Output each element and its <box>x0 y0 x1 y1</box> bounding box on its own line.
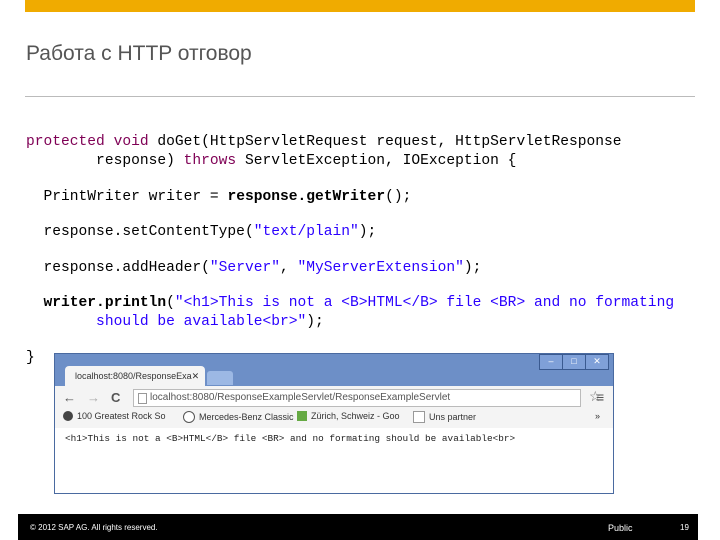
code-text: response) <box>26 153 184 169</box>
code-line-5: response.addHeader("Server", "MyServerEx… <box>26 259 482 278</box>
maps-icon <box>297 411 307 421</box>
code-bold: writer.println <box>26 295 167 311</box>
code-line-6: writer.println("<h1>This is not a <B>HTM… <box>26 294 675 313</box>
code-string: "Server" <box>209 260 280 276</box>
tab-close-icon[interactable]: ✕ <box>192 371 200 382</box>
code-line-2: response) throws ServletException, IOExc… <box>26 152 516 171</box>
close-icon[interactable]: ✕ <box>585 354 609 370</box>
code-text: ( <box>166 295 175 311</box>
bookmark-label: Uns partner <box>429 412 477 422</box>
code-text: ); <box>463 260 482 276</box>
code-string: "MyServerExtension" <box>297 260 464 276</box>
page-content: <h1>This is not a <B>HTML</B> file <BR> … <box>55 428 613 493</box>
address-bar[interactable]: localhost:8080/ResponseExampleServlet/Re… <box>133 389 581 407</box>
code-text: , <box>279 260 298 276</box>
code-line-8: } <box>26 350 35 366</box>
code-line-7: should be available<br>"); <box>26 313 324 332</box>
accent-bar <box>25 0 695 12</box>
copyright: © 2012 SAP AG. All rights reserved. <box>30 523 158 532</box>
browser-tab[interactable]: localhost:8080/ResponseExa ✕ <box>65 366 205 386</box>
bookmark-label: Zürich, Schweiz - Goo <box>311 411 400 421</box>
code-line-3: PrintWriter writer = response.getWriter(… <box>26 188 412 207</box>
code-line-1: protected void doGet(HttpServletRequest … <box>26 133 622 152</box>
keyword: throws <box>183 153 237 169</box>
bookmark-icon <box>63 411 73 421</box>
back-icon[interactable]: ← <box>63 390 76 405</box>
browser-toolbar: ← → C localhost:8080/ResponseExampleServ… <box>55 386 613 428</box>
code-text: ); <box>306 314 324 330</box>
page-icon <box>138 393 147 404</box>
title-divider <box>25 96 695 97</box>
bookmark-item[interactable]: Mercedes-Benz Classic <box>183 411 294 423</box>
window-controls: – □ ✕ <box>539 354 609 370</box>
keyword: void <box>113 134 149 150</box>
url-text: localhost:8080/ResponseExampleServlet/Re… <box>150 392 451 403</box>
code-bold: response.getWriter <box>227 189 386 205</box>
page-text: <h1>This is not a <B>HTML</B> file <BR> … <box>65 433 516 444</box>
code-text: doGet(HttpServletRequest request, HttpSe… <box>148 134 622 150</box>
code-text: PrintWriter writer = <box>26 189 228 205</box>
bookmark-item[interactable]: 100 Greatest Rock So <box>63 411 166 421</box>
classification: Public <box>608 523 633 533</box>
menu-icon[interactable]: ≡ <box>596 389 604 405</box>
code-text: ); <box>358 224 377 240</box>
keyword: protected <box>26 134 105 150</box>
code-text: (); <box>385 189 412 205</box>
reload-icon[interactable]: C <box>111 390 120 405</box>
new-tab-button[interactable] <box>207 371 233 385</box>
code-text: response.addHeader( <box>26 260 210 276</box>
code-string: "text/plain" <box>253 224 359 240</box>
bookmark-item[interactable]: Zürich, Schweiz - Goo <box>297 411 400 421</box>
bookmark-item[interactable]: Uns partner <box>413 411 476 423</box>
footer: © 2012 SAP AG. All rights reserved. Publ… <box>18 514 698 540</box>
bookmark-label: Mercedes-Benz Classic <box>199 412 294 422</box>
browser-screenshot: – □ ✕ localhost:8080/ResponseExa ✕ ← → C… <box>54 353 614 494</box>
bookmark-label: 100 Greatest Rock So <box>77 411 166 421</box>
maximize-icon[interactable]: □ <box>562 354 586 370</box>
mercedes-icon <box>183 411 195 423</box>
tab-title: localhost:8080/ResponseExa <box>75 371 192 381</box>
code-string: "<h1>This is not a <B>HTML</B> file <BR>… <box>174 295 675 311</box>
page-icon <box>413 411 425 423</box>
code-string: should be available<br>" <box>26 314 307 330</box>
code-text: response.setContentType( <box>26 224 254 240</box>
code-line-4: response.setContentType("text/plain"); <box>26 223 377 242</box>
page-number: 19 <box>680 523 689 532</box>
code-text: ServletException, IOException { <box>236 153 517 169</box>
minimize-icon[interactable]: – <box>539 354 563 370</box>
slide-title: Работа с HTTP отговор <box>26 42 252 65</box>
forward-icon[interactable]: → <box>87 390 100 405</box>
more-bookmarks-button[interactable]: » <box>595 411 600 421</box>
